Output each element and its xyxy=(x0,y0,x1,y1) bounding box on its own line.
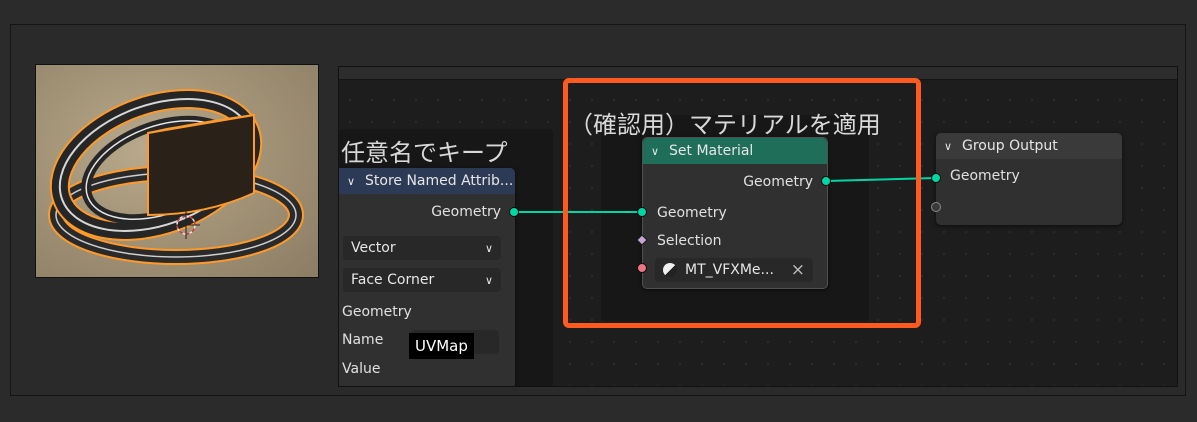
store-input-geometry-label: Geometry xyxy=(342,304,412,320)
store-output-geometry-socket[interactable] xyxy=(509,207,519,217)
value-label: Value xyxy=(342,361,381,377)
chevron-down-icon[interactable]: ∨ xyxy=(944,140,956,153)
mesh-preview-graphic xyxy=(48,89,304,265)
name-label: Name xyxy=(342,332,384,348)
name-field-tooltip: UVMap xyxy=(409,333,474,359)
store-node-header[interactable]: ∨ Store Named Attrib... xyxy=(339,168,515,194)
data-type-value: Vector xyxy=(351,240,396,256)
data-type-dropdown[interactable]: Vector ∨ xyxy=(343,236,501,260)
store-frame-title: 任意名でキープ xyxy=(341,139,508,167)
group-output-header[interactable]: ∨ Group Output xyxy=(936,133,1122,159)
domain-value: Face Corner xyxy=(351,272,435,288)
domain-dropdown[interactable]: Face Corner ∨ xyxy=(343,268,501,292)
store-node-title: Store Named Attrib... xyxy=(365,173,514,189)
group-output-geometry-socket[interactable] xyxy=(931,173,941,183)
group-output-node[interactable]: ∨ Group Output Geometry xyxy=(936,133,1122,225)
chevron-down-icon[interactable]: ∨ xyxy=(347,175,359,188)
group-output-geometry-label: Geometry xyxy=(950,168,1020,184)
store-output-geometry-label: Geometry xyxy=(431,204,501,220)
group-output-empty-socket[interactable] xyxy=(931,202,941,212)
group-output-title: Group Output xyxy=(962,138,1058,154)
highlight-annotation-box xyxy=(563,78,921,328)
chevron-down-icon: ∨ xyxy=(484,273,493,287)
chevron-down-icon: ∨ xyxy=(484,241,493,255)
3d-viewport[interactable] xyxy=(35,64,319,278)
